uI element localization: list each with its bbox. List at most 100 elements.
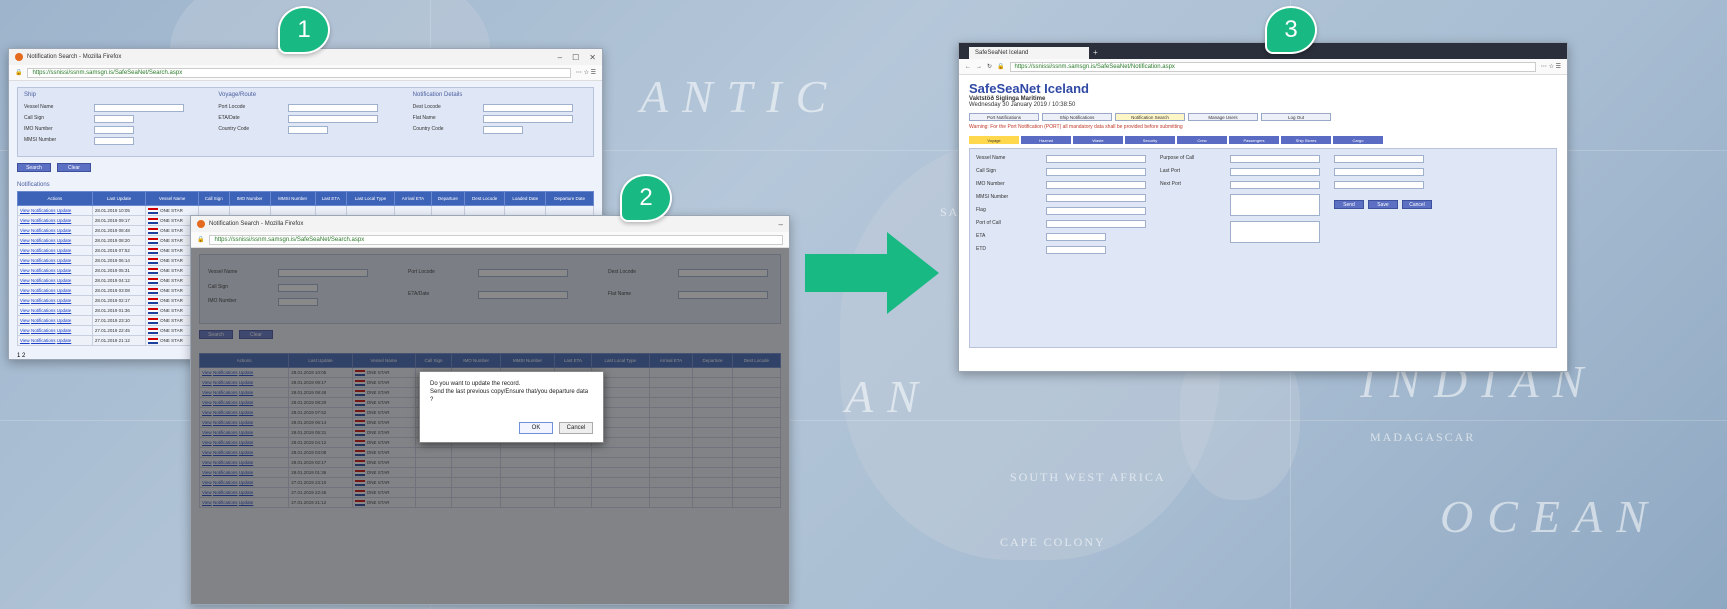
notifications-link[interactable]: Notifications (31, 288, 56, 293)
column-header[interactable]: Departure Date (545, 191, 594, 206)
view-link[interactable]: View (20, 288, 30, 293)
search-button[interactable]: Search (17, 163, 51, 172)
mmsi-input[interactable] (1046, 194, 1146, 202)
update-link[interactable]: Update (57, 238, 72, 243)
column-header[interactable]: Last ETA (314, 191, 347, 206)
update-link[interactable]: Update (57, 208, 72, 213)
column-header[interactable]: IMO Number (228, 191, 271, 206)
notifications-link[interactable]: Notifications (31, 278, 56, 283)
menu-ship-notifications[interactable]: Ship Notifications (1042, 113, 1112, 121)
vessel-name-input[interactable] (94, 104, 184, 112)
view-link[interactable]: View (20, 208, 30, 213)
update-link[interactable]: Update (57, 228, 72, 233)
agent-input[interactable] (1334, 155, 1424, 163)
next-port-input[interactable] (1230, 181, 1320, 189)
notifications-link[interactable]: Notifications (31, 248, 56, 253)
browser-tab[interactable]: SafeSeaNet Iceland (969, 47, 1089, 59)
update-link[interactable]: Update (57, 268, 72, 273)
purpose-of-call-select[interactable] (1230, 155, 1320, 163)
save-button[interactable]: Save (1368, 200, 1398, 209)
column-header[interactable]: Actions (17, 191, 93, 206)
update-link[interactable]: Update (57, 288, 72, 293)
notifications-link[interactable]: Notifications (31, 268, 56, 273)
column-header[interactable]: Departure (430, 191, 466, 206)
menu-port-notifications[interactable]: Port Notifications (969, 113, 1039, 121)
toolbar-icons[interactable]: ⋯ ☆ ☰ (1541, 63, 1561, 70)
tab-crew[interactable]: Crew (1177, 136, 1227, 144)
url-input[interactable]: https://ssnissi/ssnm.samsgn.is/SafeSeaNe… (209, 234, 783, 245)
view-link[interactable]: View (20, 298, 30, 303)
flag-select[interactable] (1046, 207, 1146, 215)
update-link[interactable]: Update (57, 218, 72, 223)
notifications-link[interactable]: Notifications (31, 318, 56, 323)
table-row[interactable]: View Notifications Update 28.01.2019 10:… (17, 205, 594, 216)
tab-voyage[interactable]: Voyage (969, 136, 1019, 144)
view-link[interactable]: View (20, 248, 30, 253)
notifications-link[interactable]: Notifications (31, 228, 56, 233)
view-link[interactable]: View (20, 238, 30, 243)
url-input[interactable]: https://ssnissi/ssnm.samsgn.is/SafeSeaNe… (1009, 61, 1536, 72)
tab-ship-stores[interactable]: Ship Stores (1281, 136, 1331, 144)
column-header[interactable]: MMSI Number (269, 191, 316, 206)
update-link[interactable]: Update (57, 248, 72, 253)
update-link[interactable]: Update (57, 338, 72, 343)
clear-button[interactable]: Clear (57, 163, 91, 172)
view-link[interactable]: View (20, 328, 30, 333)
update-link[interactable]: Update (57, 278, 72, 283)
cancel-button[interactable]: Cancel (559, 422, 593, 434)
notifications-link[interactable]: Notifications (31, 308, 56, 313)
tab-cargo[interactable]: Cargo (1333, 136, 1383, 144)
view-link[interactable]: View (20, 258, 30, 263)
update-link[interactable]: Update (57, 308, 72, 313)
imo-input[interactable] (1046, 181, 1146, 189)
port-of-call-input[interactable] (1046, 220, 1146, 228)
tab-waste[interactable]: Waste (1073, 136, 1123, 144)
view-link[interactable]: View (20, 268, 30, 273)
notifications-link[interactable]: Notifications (31, 298, 56, 303)
update-link[interactable]: Update (57, 318, 72, 323)
column-header[interactable]: Arrival ETA (394, 191, 432, 206)
call-sign-input[interactable] (1046, 168, 1146, 176)
view-link[interactable]: View (20, 308, 30, 313)
minimize-icon[interactable]: – (558, 53, 562, 62)
eta-input[interactable] (288, 115, 379, 123)
notifications-link[interactable]: Notifications (31, 258, 56, 263)
reload-icon[interactable]: ↻ (987, 63, 992, 70)
notifications-link[interactable]: Notifications (31, 338, 56, 343)
view-link[interactable]: View (20, 218, 30, 223)
imo-input[interactable] (94, 126, 134, 134)
notifications-link[interactable]: Notifications (31, 208, 56, 213)
ok-button[interactable]: OK (519, 422, 553, 434)
view-link[interactable]: View (20, 318, 30, 323)
view-link[interactable]: View (20, 228, 30, 233)
remarks-textarea[interactable] (1230, 221, 1320, 243)
remarks-textarea[interactable] (1230, 194, 1320, 216)
etd-input[interactable] (1046, 246, 1106, 254)
back-icon[interactable]: ← (965, 64, 971, 70)
minimize-icon[interactable]: – (779, 220, 783, 229)
vessel-name-input[interactable] (1046, 155, 1146, 163)
cancel-button[interactable]: Cancel (1402, 200, 1432, 209)
forward-icon[interactable]: → (976, 64, 982, 70)
eta-input[interactable] (1046, 233, 1106, 241)
update-link[interactable]: Update (57, 258, 72, 263)
close-icon[interactable]: ✕ (589, 53, 596, 62)
notifications-link[interactable]: Notifications (31, 238, 56, 243)
menu-notification-search[interactable]: Notification Search (1115, 113, 1185, 121)
column-header[interactable]: Call Sign (197, 191, 230, 206)
last-port-input[interactable] (1230, 168, 1320, 176)
column-header[interactable]: Vessel Name (145, 191, 199, 206)
column-header[interactable]: Last Local Type (345, 191, 396, 206)
view-link[interactable]: View (20, 278, 30, 283)
agent-input[interactable] (1334, 168, 1424, 176)
update-link[interactable]: Update (57, 328, 72, 333)
toolbar-icons[interactable]: ⋯ ☆ ☰ (576, 69, 596, 76)
notifications-link[interactable]: Notifications (31, 218, 56, 223)
new-tab-icon[interactable]: + (1093, 48, 1098, 57)
view-link[interactable]: View (20, 338, 30, 343)
column-header[interactable]: Dest Locode (463, 191, 506, 206)
maximize-icon[interactable]: ☐ (572, 53, 579, 62)
column-header[interactable]: Loaded Date (504, 191, 547, 206)
port-locode-input[interactable] (288, 104, 379, 112)
menu-manage-users[interactable]: Manage Users (1188, 113, 1258, 121)
